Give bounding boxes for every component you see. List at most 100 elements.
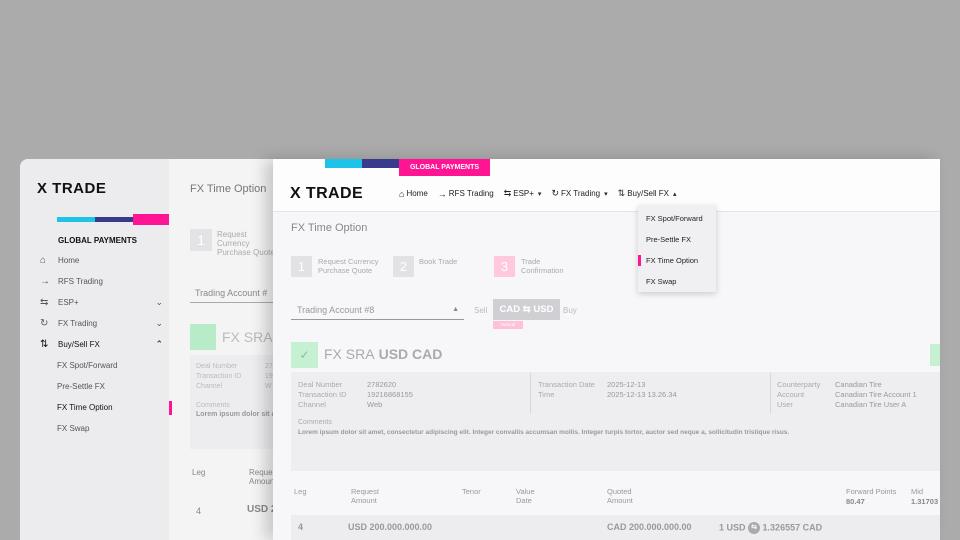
- menu-item-fx-time-option[interactable]: FX Time Option: [638, 250, 716, 271]
- status-badge-edge: [930, 344, 940, 366]
- global-payments-tab: GLOBAL PAYMENTS: [399, 159, 490, 176]
- brand-bar-navy: [95, 217, 133, 222]
- menu-item-label: Pre-Settle FX: [646, 235, 692, 244]
- rate-right: 1.326557 CAD: [762, 522, 823, 533]
- forward-points-value: 80.47: [846, 497, 865, 506]
- time-value: 2025-12-13 13.26.34: [607, 390, 677, 399]
- buy-sell-dropdown-menu: FX Spot/Forward Pre-Settle FX FX Time Op…: [638, 205, 716, 292]
- foreground-window: GLOBAL PAYMENTS X TRADE ⌂ Home → RFS Tra…: [273, 159, 940, 540]
- sidebar-item-label: FX Trading: [58, 319, 98, 328]
- row-rate: 1 USD ⇆ 1.326557 CAD: [719, 522, 822, 534]
- sell-label: Sell: [474, 306, 488, 315]
- natural-badge: Natural: [493, 321, 523, 329]
- sidebar-subitem-fx-spot-forward[interactable]: FX Spot/Forward: [40, 355, 169, 376]
- logo[interactable]: X TRADE: [290, 185, 363, 203]
- chevron-up-icon: ▴: [672, 190, 677, 198]
- step-2-label: Book Trade: [419, 257, 458, 266]
- menu-item-pre-settle-fx[interactable]: Pre-Settle FX: [638, 229, 716, 250]
- nav-esp[interactable]: ⇆ ESP+ ▾: [504, 188, 542, 199]
- currency-pair-toggle[interactable]: CAD ⇆ USD: [493, 299, 560, 320]
- transaction-id-label: Transaction ID: [298, 390, 347, 399]
- sidebar-item-home[interactable]: ⌂ Home: [40, 250, 169, 271]
- sidebar-item-label: Home: [58, 256, 80, 265]
- top-nav: ⌂ Home → RFS Trading ⇆ ESP+ ▾ ↻ FX Tradi…: [399, 188, 677, 199]
- back-col-leg: Leg: [192, 468, 206, 477]
- back-transaction-id-value: 19: [265, 373, 273, 380]
- transaction-date-label: Transaction Date: [538, 380, 595, 389]
- col-leg: Leg: [294, 487, 307, 496]
- account-value: Canadian Tire Account 1: [835, 390, 917, 399]
- row-request-amount: USD 200.000.000.00: [348, 522, 433, 532]
- transaction-id-value: 19216868155: [367, 390, 413, 399]
- nav-label: Home: [406, 189, 428, 198]
- col-request-amount: Request Amount: [351, 487, 379, 505]
- menu-item-label: FX Swap: [646, 277, 677, 286]
- nav-fx-trading[interactable]: ↻ FX Trading ▾: [551, 188, 607, 199]
- row-quoted-amount: CAD 200.000.000.00: [607, 522, 692, 532]
- chevron-up-icon: ⌃: [155, 339, 163, 349]
- back-sidebar: X TRADE GLOBAL PAYMENTS ⌂ Home → RFS Tra…: [20, 159, 172, 540]
- arrow-right-icon: →: [437, 188, 447, 199]
- back-sidebar-nav: ⌂ Home → RFS Trading ⇆ ESP+ ⌄ ↻ FX Tradi…: [40, 250, 172, 439]
- product-pair: USD CAD: [378, 346, 443, 362]
- nav-label: Buy/Sell FX: [627, 189, 669, 198]
- back-product-title: FX SRA: [222, 329, 273, 345]
- comments-label: Comments: [298, 419, 332, 426]
- counterparty-label: Counterparty: [777, 380, 821, 389]
- swap-icon: ⇆: [40, 297, 49, 308]
- mid-value: 1.31703: [911, 497, 939, 506]
- sidebar-item-esp[interactable]: ⇆ ESP+ ⌄: [40, 292, 169, 313]
- step-3-number: 3: [494, 256, 515, 277]
- col-mid: Mid: [911, 487, 924, 496]
- time-label: Time: [538, 390, 555, 399]
- menu-item-fx-spot-forward[interactable]: FX Spot/Forward: [638, 208, 716, 229]
- deal-number-label: Deal Number: [298, 380, 343, 389]
- chevron-down-icon: ▾: [604, 190, 608, 198]
- back-row-leg: 4: [196, 506, 202, 516]
- back-step-1-number: 1: [190, 229, 212, 251]
- trading-account-select[interactable]: Trading Account #8 ▲: [291, 300, 464, 320]
- nav-home[interactable]: ⌂ Home: [399, 188, 428, 199]
- nav-label: RFS Trading: [448, 189, 494, 198]
- back-account-select[interactable]: Trading Account #: [190, 283, 280, 303]
- sidebar-subitem-pre-settle-fx[interactable]: Pre-Settle FX: [40, 376, 169, 397]
- sidebar-item-fx-trading[interactable]: ↻ FX Trading ⌄: [40, 313, 169, 334]
- buy-sell-icon: ⇅: [617, 188, 626, 198]
- nav-label: ESP+: [513, 189, 534, 198]
- sidebar-subitem-fx-swap[interactable]: FX Swap: [40, 418, 169, 439]
- sidebar-item-label: RFS Trading: [58, 277, 103, 286]
- account-label: Account: [777, 390, 805, 399]
- sidebar-subitem-fx-time-option[interactable]: FX Time Option: [40, 397, 172, 418]
- trading-account-value: Trading Account #8: [297, 305, 375, 315]
- back-page-title: FX Time Option: [190, 183, 267, 195]
- back-comments-label: Comments: [196, 402, 230, 409]
- chevron-down-icon: ⌄: [155, 297, 163, 307]
- menu-item-fx-swap[interactable]: FX Swap: [638, 271, 716, 292]
- details-divider: [770, 373, 771, 413]
- pair-from: CAD: [499, 304, 521, 315]
- transaction-date-value: 2025-12-13: [607, 380, 646, 389]
- rate-left: 1 USD: [719, 522, 746, 533]
- pair-to: USD: [533, 304, 554, 315]
- details-divider: [530, 373, 531, 413]
- nav-rfs-trading[interactable]: → RFS Trading: [438, 188, 494, 199]
- chevron-down-icon: ▾: [537, 190, 542, 198]
- sidebar-subitem-label: FX Swap: [57, 424, 90, 433]
- page-title: FX Time Option: [291, 222, 368, 234]
- refresh-icon: ↻: [40, 318, 49, 329]
- deal-number-value: 2782620: [367, 380, 397, 389]
- col-value-date: Value Date: [516, 487, 535, 505]
- nav-buy-sell-fx[interactable]: ⇅ Buy/Sell FX ▴: [618, 188, 677, 199]
- step-3-label: Trade Confirmation: [521, 257, 564, 275]
- user-value: Canadian Tire User A: [835, 400, 907, 409]
- menu-item-label: FX Time Option: [646, 256, 699, 265]
- sidebar-item-rfs-trading[interactable]: → RFS Trading: [40, 271, 169, 292]
- check-icon: ✓: [291, 342, 318, 368]
- product-title: FX SRA USD CAD: [324, 346, 442, 362]
- row-leg: 4: [298, 522, 304, 532]
- sidebar-item-label: Buy/Sell FX: [58, 340, 100, 349]
- back-tagline: GLOBAL PAYMENTS: [58, 236, 137, 245]
- back-step-1-label: Request Currency Purchase Quote: [217, 230, 275, 257]
- sidebar-item-buy-sell-fx[interactable]: ⇅ Buy/Sell FX ⌃: [40, 334, 169, 355]
- chevron-down-icon: ⌄: [155, 318, 163, 328]
